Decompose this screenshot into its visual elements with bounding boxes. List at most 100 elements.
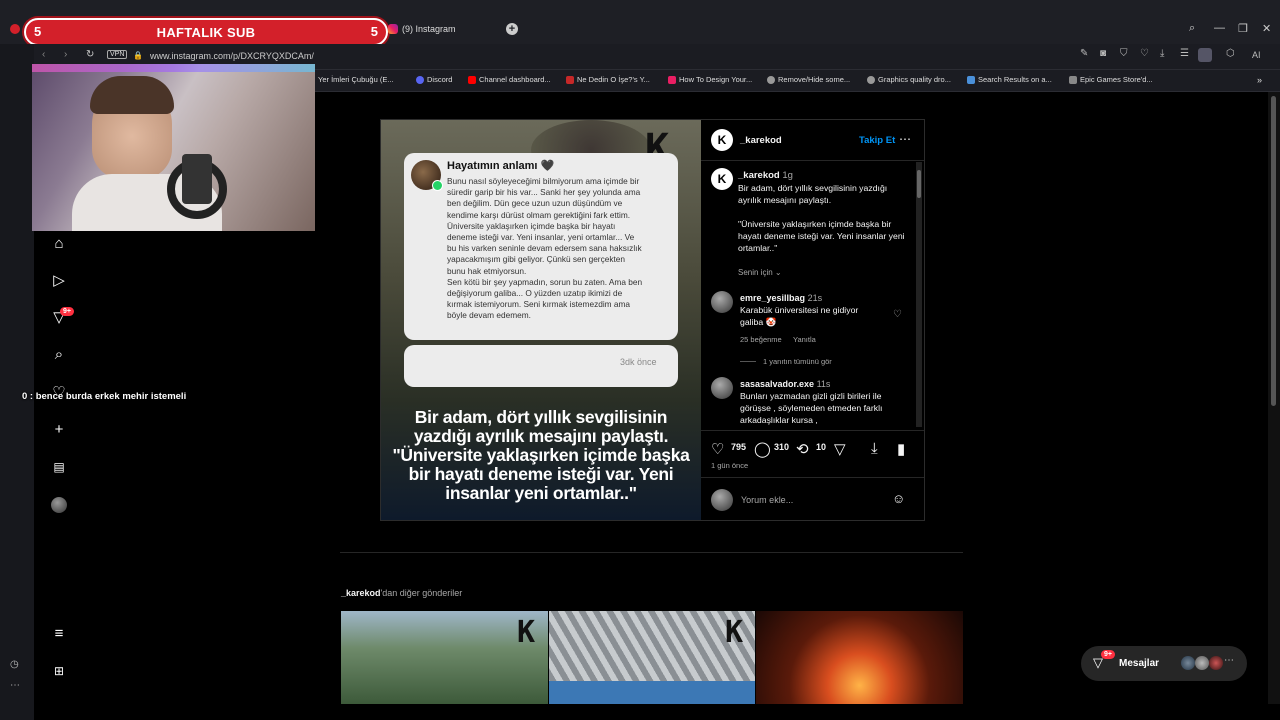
comment-user[interactable]: emre_yesillbag 21s [740, 293, 822, 303]
like-count[interactable]: 795 [731, 442, 746, 452]
caption-author[interactable]: _karekod 1g [738, 170, 793, 181]
message-title: Hayatımın anlamı 🖤 [447, 160, 555, 172]
comment-icon[interactable]: ◯ [754, 440, 771, 458]
history-icon[interactable]: ◷ [10, 659, 19, 670]
close-window-button[interactable]: ✕ [1262, 22, 1271, 35]
minimize-button[interactable]: — [1214, 22, 1225, 34]
repost-count[interactable]: 10 [816, 442, 826, 452]
download-icon[interactable]: ⤓ [871, 440, 878, 457]
comment-user[interactable]: sasasalvador.exe 11s [740, 379, 830, 389]
back-icon[interactable]: ‹ [42, 49, 45, 60]
bookmark-item[interactable]: Discord [416, 75, 452, 84]
opera-logo-icon[interactable] [10, 24, 20, 34]
comment-text: Karabük üniversitesi ne gidiyor galiba 🤡 [740, 305, 859, 327]
menu-icon[interactable]: ☰ [1180, 48, 1189, 59]
bookmark-label: Ne Dedin O İşe?'s Y... [577, 75, 650, 84]
caption-author-name: _karekod [738, 170, 780, 181]
url-field[interactable]: www.instagram.com/p/DXCRYQXDCAm/ [150, 51, 314, 61]
comment-avatar[interactable] [711, 291, 733, 313]
reload-icon[interactable]: ↻ [86, 49, 94, 60]
post-thumbnail[interactable]: K [549, 611, 755, 704]
bookmark-item[interactable]: Epic Games Store'd... [1069, 75, 1153, 84]
browser-tab-instagram[interactable]: (9) Instagram [388, 20, 456, 38]
home-icon[interactable]: ⌂ [50, 235, 68, 253]
post-thumbnail[interactable] [756, 611, 963, 704]
bookmark-item[interactable]: Ne Dedin O İşe?'s Y... [566, 75, 650, 84]
add-comment-input[interactable]: Yorum ekle... [741, 495, 793, 505]
emoji-icon[interactable]: ☺ [892, 491, 905, 506]
messages-badge: 9+ [1101, 650, 1115, 659]
more-bookmarks-icon[interactable]: » [1257, 75, 1262, 85]
comments-scrollbar[interactable] [916, 162, 922, 427]
chevron-down-icon: ⌄ [774, 268, 782, 277]
dashboard-icon[interactable]: ▤ [50, 458, 68, 476]
bookmark-item[interactable]: Graphics quality dro... [867, 75, 951, 84]
restore-button[interactable]: ❐ [1238, 22, 1248, 35]
create-icon[interactable]: + [50, 421, 68, 439]
weekly-sub-overlay: 5 HAFTALIK SUB 5 [24, 18, 388, 46]
post-thumbnail[interactable]: K [341, 611, 548, 704]
lock-icon[interactable]: 🔒 [133, 51, 143, 60]
chat-message-overlay: 0 : bence burda erkek mehir istemeli [22, 391, 187, 402]
profile-avatar[interactable] [1198, 48, 1212, 62]
bookmark-label: Remove/Hide some... [778, 75, 851, 84]
profile-avatar[interactable] [51, 497, 67, 513]
comment-count[interactable]: 310 [774, 442, 789, 452]
sub-title: HAFTALIK SUB [156, 25, 256, 40]
camera-icon[interactable]: ◙ [1100, 48, 1106, 59]
edit-icon[interactable]: ✎ [1080, 48, 1088, 59]
more-contacts-icon: ⋯ [1224, 655, 1234, 666]
more-options-icon[interactable]: ⋯ [10, 680, 20, 691]
caption-author-avatar[interactable]: K [711, 168, 733, 190]
new-tab-button[interactable]: + [506, 23, 518, 35]
save-bookmark-icon[interactable]: ▮ [897, 440, 905, 458]
heart-icon[interactable]: ♡ [1140, 48, 1149, 59]
like-icon[interactable]: ♡ [711, 440, 724, 458]
repost-icon[interactable]: ⟲ [796, 440, 809, 458]
shield-icon[interactable]: ⛉ [1120, 48, 1128, 59]
more-posts-author[interactable]: _karekod [341, 588, 381, 598]
bookmark-item[interactable]: How To Design Your... [668, 75, 752, 84]
apps-icon[interactable]: ⊞ [50, 662, 68, 680]
for-you-dropdown[interactable]: Senin için ⌄ [738, 268, 782, 277]
bookmark-item[interactable]: Yer İmleri Çubuğu (E... [318, 75, 394, 84]
bookmark-item[interactable]: Remove/Hide some... [767, 75, 850, 84]
bookmark-label: Discord [427, 75, 453, 84]
message-time: 3dk önce [620, 357, 657, 367]
contact-avatar [1195, 656, 1209, 670]
author-avatar[interactable]: K [711, 129, 733, 151]
reels-icon[interactable]: ▷ [50, 272, 68, 290]
ai-button[interactable]: AI [1252, 50, 1261, 60]
search-tabs-icon[interactable]: ⌕ [1189, 22, 1195, 35]
forward-icon[interactable]: › [64, 49, 67, 60]
comment-likes[interactable]: 25 beğenme [740, 335, 782, 344]
messages-button[interactable]: ▽ 9+ Mesajlar ⋯ [1081, 646, 1247, 681]
more-menu-icon[interactable]: ≡ [50, 625, 68, 643]
bookmark-item[interactable]: Channel dashboard... [468, 75, 551, 84]
discord-icon [416, 75, 424, 84]
reply-button[interactable]: Yanıtla [793, 335, 816, 344]
streamer-hair [90, 76, 174, 114]
stats-icon [566, 75, 574, 84]
follow-button[interactable]: Takip Et [859, 135, 895, 146]
comment-avatar[interactable] [711, 377, 733, 399]
github-icon [767, 75, 775, 84]
more-options-icon[interactable]: ⋯ [899, 132, 911, 146]
messages-label: Mesajlar [1119, 658, 1160, 669]
comments-scrollbar-thumb[interactable] [917, 170, 921, 198]
comment-like-icon[interactable]: ♡ [893, 309, 902, 320]
bookmark-label: Yer İmleri Çubuğu (E... [318, 75, 394, 84]
vpn-badge[interactable]: VPN [107, 50, 128, 59]
sub-count-right: 5 [370, 24, 378, 39]
download-icon[interactable]: ⤓ [1160, 48, 1164, 59]
view-replies-button[interactable]: 1 yanıtın tümünü gör [763, 357, 832, 366]
extensions-icon[interactable]: ⬡ [1226, 48, 1235, 59]
page-scrollbar-thumb[interactable] [1271, 96, 1276, 406]
bookmark-label: Graphics quality dro... [878, 75, 951, 84]
caption-text: Bir adam, dört yıllık sevgilisinin yazdı… [738, 183, 888, 205]
search-icon[interactable]: ⌕ [50, 346, 68, 364]
bookmark-item[interactable]: Search Results on a... [967, 75, 1052, 84]
actions-divider [701, 430, 924, 431]
author-name[interactable]: _karekod [740, 135, 782, 146]
share-icon[interactable]: ▽ [834, 440, 846, 458]
